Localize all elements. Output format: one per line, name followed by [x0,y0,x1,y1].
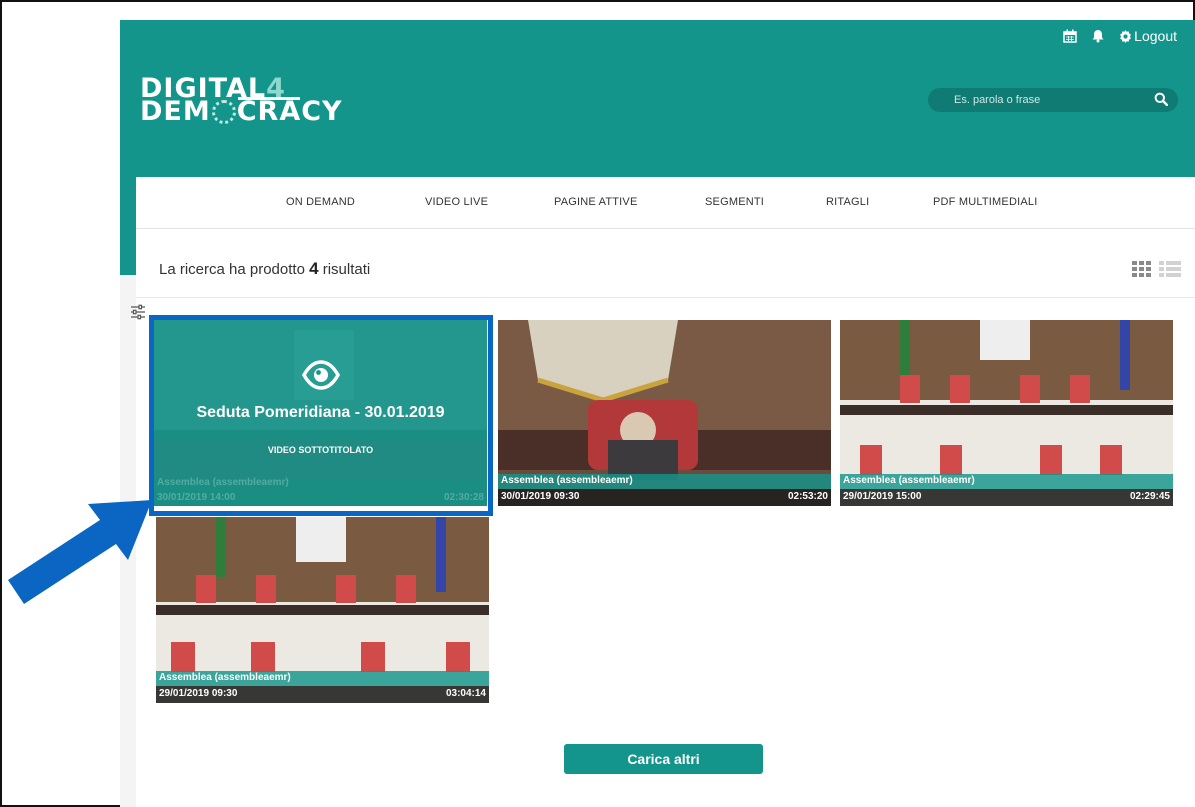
grid-view-icon[interactable] [1132,261,1152,282]
logo-word-dem: DEM [140,96,211,127]
logo-word-cracy: CRACY [236,96,343,127]
calendar-icon[interactable] [1063,29,1077,43]
search-box [928,88,1178,112]
header-divider [136,297,1195,298]
logout-link[interactable]: Logout [1119,28,1177,44]
video-card[interactable]: Assemblea (assembleaemr) 29/01/2019 15:0… [840,320,1173,506]
annotation-arrow-icon [8,500,152,604]
list-view-icon[interactable] [1159,261,1181,282]
nav-video-live[interactable]: VIDEO LIVE [425,196,488,208]
view-toggle [1132,261,1181,282]
video-duration: 02:29:45 [1129,491,1170,502]
video-channel: Assemblea (assembleaemr) [840,474,1173,489]
nav-ritagli[interactable]: RITAGLI [826,196,869,208]
nav-on-demand[interactable]: ON DEMAND [286,196,355,208]
video-date: 30/01/2019 09:30 [501,491,580,502]
results-count: 4 [309,259,319,278]
video-meta: Assemblea (assembleaemr) 30/01/2019 09:3… [498,474,831,506]
video-card[interactable]: Assemblea (assembleaemr) 29/01/2019 09:3… [156,517,489,703]
digital4democracy-logo[interactable]: DIGITAL4 DEM CRACY [140,75,343,127]
filter-sliders-icon[interactable] [130,304,148,322]
results-prefix: La ricerca ha prodotto [159,261,305,278]
results-suffix: risultati [322,261,371,278]
video-channel: Assemblea (assembleaemr) [156,671,489,686]
top-right-controls: Logout [1063,28,1177,44]
load-more-button[interactable]: Carica altri [564,744,763,774]
video-date: 29/01/2019 09:30 [159,688,238,699]
nav-pdf-multimediali[interactable]: PDF MULTIMEDIALI [933,196,1037,208]
video-date: 29/01/2019 15:00 [843,491,922,502]
video-duration: 03:04:14 [445,688,486,699]
logo-underline [238,97,300,100]
search-icon[interactable] [1154,92,1169,111]
bell-icon[interactable] [1091,29,1105,43]
nav-segmenti[interactable]: SEGMENTI [705,196,764,208]
main-nav: ON DEMAND VIDEO LIVE PAGINE ATTIVE SEGME… [136,177,1195,229]
video-meta: Assemblea (assembleaemr) 29/01/2019 09:3… [156,671,489,703]
results-summary: La ricerca ha prodotto 4 risultati [159,259,370,279]
nav-pagine-attive[interactable]: PAGINE ATTIVE [554,196,638,208]
search-input[interactable] [954,94,1144,106]
video-meta: Assemblea (assembleaemr) 29/01/2019 15:0… [840,474,1173,506]
logout-label: Logout [1134,28,1177,44]
video-channel: Assemblea (assembleaemr) [498,474,831,489]
selection-highlight [149,315,493,516]
video-card[interactable]: Assemblea (assembleaemr) 30/01/2019 09:3… [498,320,831,506]
video-duration: 02:53:20 [787,491,828,502]
gear-icon [1120,29,1132,43]
